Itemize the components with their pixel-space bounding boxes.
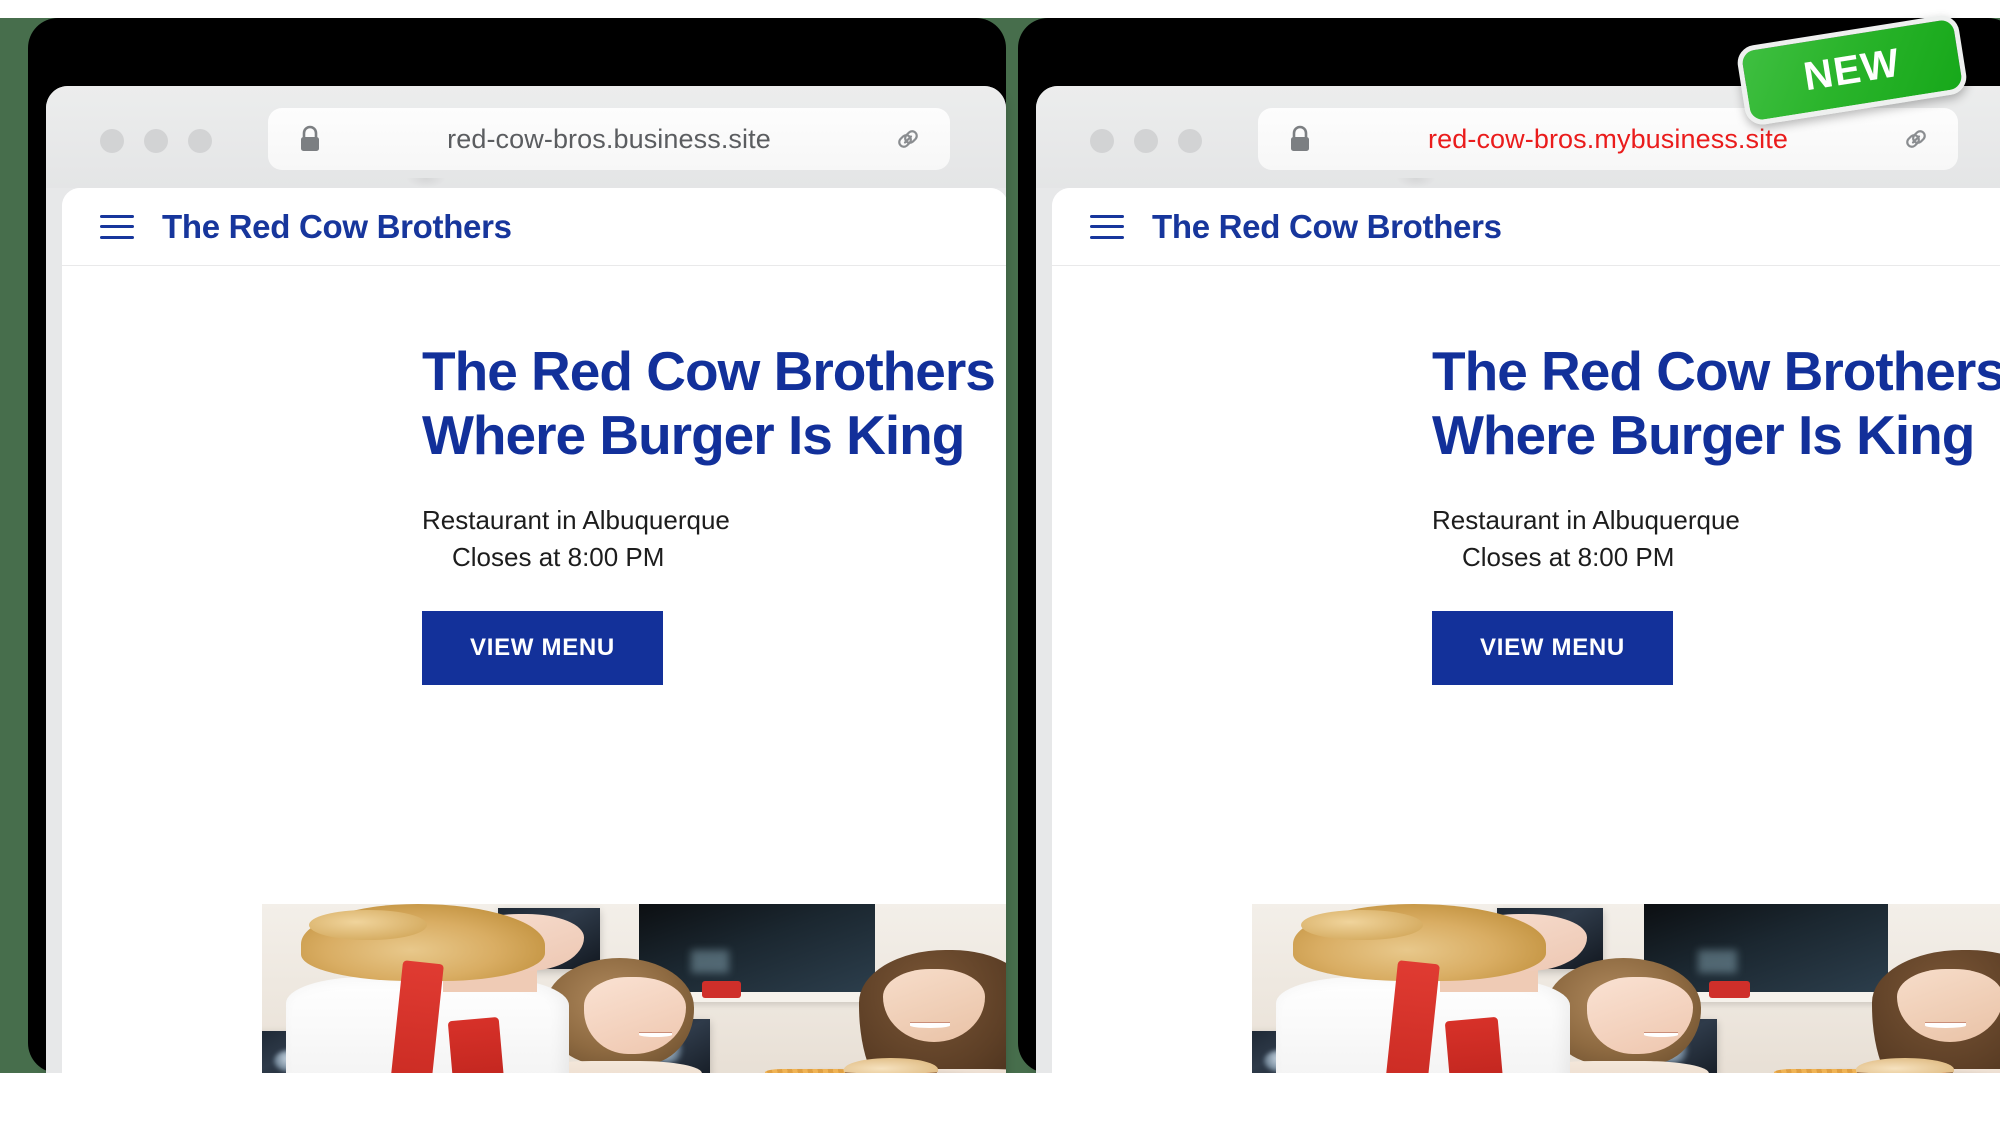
address-bar-url-after[interactable]: red-cow-bros.mybusiness.site xyxy=(1342,124,1874,155)
lock-icon xyxy=(1258,124,1342,154)
hero-title-line2: Where Burger Is King xyxy=(422,403,965,466)
chrome-shadow-notch xyxy=(1396,178,1436,188)
browser-window-before: red-cow-bros.business.site The Red Cow B… xyxy=(46,86,1006,1096)
window-dot-close-icon[interactable] xyxy=(1090,129,1114,153)
hero-subtitle-line2: Closes at 8:00 PM xyxy=(1462,542,1675,573)
site-brand-after: The Red Cow Brothers xyxy=(1152,207,1502,245)
hero-cta-row-before: VIEW MENU xyxy=(422,610,1006,685)
address-bar-before[interactable]: red-cow-bros.business.site xyxy=(268,108,950,170)
device-frame-after: red-cow-bros.mybusiness.site The Red Cow… xyxy=(1018,18,2000,1096)
hero-section-before: The Red Cow Brothers — Where Burger Is K… xyxy=(62,266,1006,685)
window-dot-minimize-icon[interactable] xyxy=(1134,129,1158,153)
site-viewport-after: The Red Cow Brothers The Red Cow Brother… xyxy=(1052,188,2000,1096)
address-bar-after[interactable]: red-cow-bros.mybusiness.site xyxy=(1258,108,1958,170)
bottom-white-strip xyxy=(0,1073,2000,1126)
hero-title-line2: Where Burger Is King xyxy=(1432,403,1975,466)
window-dot-maximize-icon[interactable] xyxy=(188,129,212,153)
lock-icon xyxy=(268,124,352,154)
site-viewport-before: The Red Cow Brothers The Red Cow Brother… xyxy=(62,188,1006,1096)
site-header-after: The Red Cow Brothers xyxy=(1052,188,2000,266)
hero-subtitle-line2: Closes at 8:00 PM xyxy=(452,542,665,573)
hero-cta-row-after: VIEW MENU xyxy=(1432,610,2000,685)
hero-title-line1: The Red Cow Brothers — xyxy=(422,340,1006,402)
hero-title-line1: The Red Cow Brothers — xyxy=(1432,340,2000,402)
browser-window-after: red-cow-bros.mybusiness.site The Red Cow… xyxy=(1036,86,2000,1096)
top-white-strip xyxy=(0,0,2000,18)
hero-subtitle-after: Restaurant in Albuquerque Closes at 8:00… xyxy=(1432,502,2000,577)
window-controls-before xyxy=(100,129,212,153)
view-menu-button[interactable]: VIEW MENU xyxy=(1432,610,1673,685)
window-dot-minimize-icon[interactable] xyxy=(144,129,168,153)
link-icon[interactable] xyxy=(1874,124,1958,154)
hamburger-menu-icon[interactable] xyxy=(100,214,134,239)
comparison-stage: red-cow-bros.business.site The Red Cow B… xyxy=(0,0,2000,1126)
link-icon[interactable] xyxy=(866,124,950,154)
browser-chrome-before: red-cow-bros.business.site xyxy=(46,86,1006,188)
hero-title-after: The Red Cow Brothers — Where Burger Is K… xyxy=(1432,340,2000,468)
address-bar-url-before[interactable]: red-cow-bros.business.site xyxy=(352,124,866,155)
new-badge-label: NEW xyxy=(1800,40,1904,99)
hero-photo-after xyxy=(1252,904,2000,1096)
window-dot-close-icon[interactable] xyxy=(100,129,124,153)
device-frame-before: red-cow-bros.business.site The Red Cow B… xyxy=(28,18,1006,1096)
hero-subtitle-before: Restaurant in Albuquerque Closes at 8:00… xyxy=(422,502,1006,577)
hero-subtitle-line1: Restaurant in Albuquerque xyxy=(422,504,730,535)
view-menu-button[interactable]: VIEW MENU xyxy=(422,610,663,685)
hamburger-menu-icon[interactable] xyxy=(1090,214,1124,239)
window-dot-maximize-icon[interactable] xyxy=(1178,129,1202,153)
window-controls-after xyxy=(1090,129,1202,153)
hero-subtitle-line1: Restaurant in Albuquerque xyxy=(1432,504,1740,535)
site-header-before: The Red Cow Brothers xyxy=(62,188,1006,266)
hero-photo-before xyxy=(262,904,1006,1096)
hero-section-after: The Red Cow Brothers — Where Burger Is K… xyxy=(1052,266,2000,685)
site-brand-before: The Red Cow Brothers xyxy=(162,207,512,245)
chrome-shadow-notch xyxy=(406,178,446,188)
hero-title-before: The Red Cow Brothers — Where Burger Is K… xyxy=(422,340,1006,468)
